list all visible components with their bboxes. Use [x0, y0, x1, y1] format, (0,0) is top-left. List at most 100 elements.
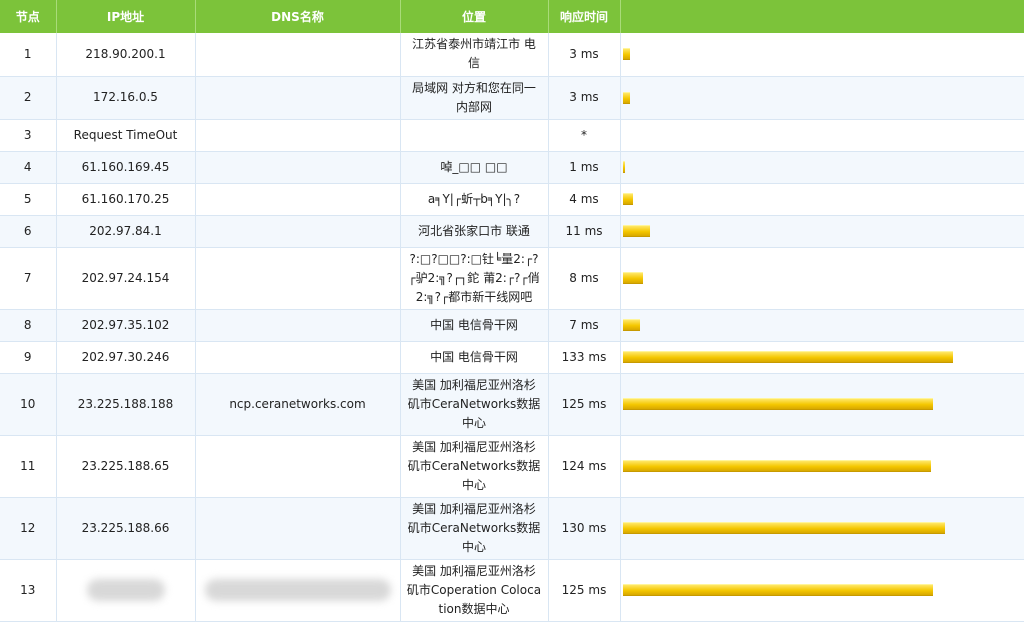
dns-cell: [195, 76, 401, 120]
header-dns: DNS名称: [195, 0, 401, 33]
response-time-cell: 4 ms: [548, 183, 621, 216]
response-time-bar: [622, 351, 953, 363]
response-time-cell: 130 ms: [548, 497, 621, 560]
ip-cell: 23.225.188.188: [56, 373, 196, 436]
dns-cell: [195, 119, 401, 152]
node-cell: 8: [0, 309, 57, 342]
header-bar: [620, 0, 1024, 33]
bar-cell: [620, 247, 1024, 310]
response-time-cell: *: [548, 119, 621, 152]
location-cell: a╕Y|┌蚚┬b╕Y|╮?: [400, 183, 549, 216]
location-cell: ?:□?□□?:□钍╘量2:┌?┌驴2:╗?┌┐鉈 莆2:┌?┌俏2:╗?┌都市…: [400, 247, 549, 310]
redacted-dns: [204, 579, 391, 601]
dns-cell: [195, 183, 401, 216]
ip-cell: Request TimeOut: [56, 119, 196, 152]
redacted-ip: [86, 579, 165, 601]
dns-cell: [195, 247, 401, 310]
ip-cell: 202.97.30.246: [56, 341, 196, 374]
header-location: 位置: [400, 0, 549, 33]
node-cell: 12: [0, 497, 57, 560]
location-cell: 中国 电信骨干网: [400, 309, 549, 342]
dns-cell: [195, 341, 401, 374]
table-header: 节点 IP地址 DNS名称 位置 响应时间: [0, 0, 1024, 33]
header-row: 节点 IP地址 DNS名称 位置 响应时间: [0, 0, 1024, 33]
node-cell: 1: [0, 33, 57, 77]
response-time-cell: 125 ms: [548, 373, 621, 436]
response-time-bar: [622, 48, 630, 61]
header-response-time: 响应时间: [548, 0, 621, 33]
location-cell: [400, 119, 549, 152]
node-cell: 10: [0, 373, 57, 436]
node-cell: 3: [0, 119, 57, 152]
table-row: 1 218.90.200.1 江苏省泰州市靖江市 电信 3 ms: [0, 33, 1024, 77]
ip-cell: 202.97.84.1: [56, 215, 196, 248]
location-cell: 局域网 对方和您在同一内部网: [400, 76, 549, 120]
bar-cell: [620, 215, 1024, 248]
response-time-cell: 8 ms: [548, 247, 621, 310]
response-time-cell: 124 ms: [548, 435, 621, 498]
location-cell: 美国 加利福尼亚州洛杉矶市CeraNetworks数据中心: [400, 373, 549, 436]
table-row: 8 202.97.35.102 中国 电信骨干网 7 ms: [0, 309, 1024, 342]
response-time-bar: [622, 319, 640, 331]
response-time-cell: 125 ms: [548, 559, 621, 622]
bar-cell: [620, 33, 1024, 77]
node-cell: 5: [0, 183, 57, 216]
response-time-bar: [622, 161, 625, 173]
response-time-bar: [622, 225, 650, 237]
response-time-bar: [622, 193, 633, 205]
node-cell: 9: [0, 341, 57, 374]
header-ip: IP地址: [56, 0, 196, 33]
ip-cell: 61.160.169.45: [56, 151, 196, 184]
response-time-bar: [622, 584, 933, 596]
response-time-bar: [622, 91, 630, 104]
ip-cell: 218.90.200.1: [56, 33, 196, 77]
dns-cell: [195, 215, 401, 248]
bar-cell: [620, 119, 1024, 152]
ip-cell: 23.225.188.65: [56, 435, 196, 498]
response-time-cell: 3 ms: [548, 76, 621, 120]
response-time-bar: [622, 272, 643, 284]
dns-cell: ncp.ceranetworks.com: [195, 373, 401, 436]
node-cell: 13: [0, 559, 57, 622]
response-time-bar: [622, 398, 933, 410]
location-cell: 啅_□□ □□: [400, 151, 549, 184]
table-row: 6 202.97.84.1 河北省张家口市 联通 11 ms: [0, 215, 1024, 248]
dns-cell: [195, 309, 401, 342]
dns-cell: [195, 435, 401, 498]
location-cell: 美国 加利福尼亚州洛杉矶市CeraNetworks数据中心: [400, 435, 549, 498]
location-cell: 河北省张家口市 联通: [400, 215, 549, 248]
node-cell: 2: [0, 76, 57, 120]
node-cell: 11: [0, 435, 57, 498]
table-row: 9 202.97.30.246 中国 电信骨干网 133 ms: [0, 341, 1024, 374]
node-cell: 4: [0, 151, 57, 184]
table-body: 1 218.90.200.1 江苏省泰州市靖江市 电信 3 ms 2 172.16.0.5…: [0, 33, 1024, 622]
bar-cell: [620, 435, 1024, 498]
table-row: 10 23.225.188.188 ncp.ceranetworks.com 美国 加…: [0, 373, 1024, 436]
dns-cell: [195, 33, 401, 77]
ip-cell: 202.97.24.154: [56, 247, 196, 310]
response-time-bar: [622, 522, 945, 534]
ip-cell: 202.97.35.102: [56, 309, 196, 342]
dns-cell: [195, 497, 401, 560]
bar-cell: [620, 497, 1024, 560]
location-cell: 江苏省泰州市靖江市 电信: [400, 33, 549, 77]
bar-cell: [620, 341, 1024, 374]
response-time-cell: 11 ms: [548, 215, 621, 248]
node-cell: 7: [0, 247, 57, 310]
location-cell: 美国 加利福尼亚州洛杉矶市Coperation Colocation数据中心: [400, 559, 549, 622]
node-cell: 6: [0, 215, 57, 248]
location-cell: 中国 电信骨干网: [400, 341, 549, 374]
location-cell: 美国 加利福尼亚州洛杉矶市CeraNetworks数据中心: [400, 497, 549, 560]
table-row: 3 Request TimeOut *: [0, 119, 1024, 152]
bar-cell: [620, 76, 1024, 120]
traceroute-table: 节点 IP地址 DNS名称 位置 响应时间 1 218.90.200.1 江苏省泰州…: [0, 0, 1024, 622]
table-row: 12 23.225.188.66 美国 加利福尼亚州洛杉矶市CeraNetworks…: [0, 497, 1024, 560]
table-row: 11 23.225.188.65 美国 加利福尼亚州洛杉矶市CeraNetworks…: [0, 435, 1024, 498]
header-node: 节点: [0, 0, 57, 33]
dns-cell: [195, 151, 401, 184]
response-time-cell: 1 ms: [548, 151, 621, 184]
dns-cell: [195, 559, 401, 622]
bar-cell: [620, 309, 1024, 342]
response-time-cell: 7 ms: [548, 309, 621, 342]
table-row: 13 美国 加利福尼亚州洛杉矶市Coperation Colocation数据中心…: [0, 559, 1024, 622]
